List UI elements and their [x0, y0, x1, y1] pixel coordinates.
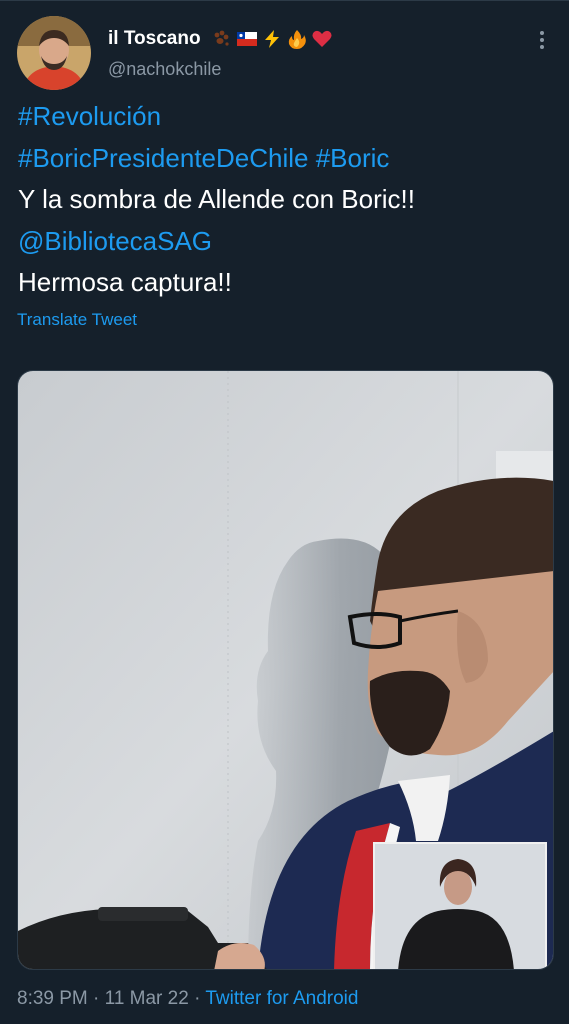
- avatar[interactable]: [17, 16, 91, 90]
- hashtag-boric[interactable]: #Boric: [316, 143, 390, 173]
- heart-icon: [312, 30, 332, 47]
- display-name[interactable]: il Toscano: [108, 28, 201, 50]
- tweet-date: 11 Mar 22: [104, 988, 189, 1009]
- mention-biblioteca-sag[interactable]: @BibliotecaSAG: [18, 221, 558, 263]
- translate-tweet-link[interactable]: Translate Tweet: [17, 310, 137, 330]
- fire-icon: [288, 30, 306, 49]
- tweet-source-link[interactable]: Twitter for Android: [205, 988, 358, 1009]
- hashtag-revolucion[interactable]: #Revolución: [18, 96, 558, 138]
- tweet-text-line: Y la sombra de Allende con Boric!!: [18, 184, 415, 214]
- user-handle[interactable]: @nachokchile: [108, 59, 333, 80]
- hashtag-boric-presidente[interactable]: #BoricPresidenteDeChile: [18, 143, 308, 173]
- more-options-button[interactable]: [530, 26, 554, 54]
- meta-separator: ·: [194, 988, 201, 1009]
- tweet-media-image[interactable]: [17, 370, 554, 970]
- tweet-text: #Revolución #BoricPresidenteDeChile #Bor…: [18, 96, 558, 304]
- hashtag-line: #BoricPresidenteDeChile #Boric: [18, 138, 558, 180]
- tweet-text-line: Hermosa captura!!: [18, 267, 232, 297]
- top-divider: [0, 0, 569, 1]
- author-block: il Toscano @nachokchile: [108, 26, 333, 80]
- chile-flag-icon: [236, 32, 257, 46]
- more-dot-icon: [540, 31, 544, 35]
- lightning-icon: [264, 30, 279, 48]
- paw-prints-icon: [214, 30, 229, 46]
- more-dot-icon: [540, 45, 544, 49]
- tweet-meta: 8:39 PM · 11 Mar 22 · Twitter for Androi…: [17, 988, 358, 1010]
- name-row: il Toscano: [108, 26, 333, 52]
- meta-separator: ·: [93, 988, 100, 1009]
- hashtag-spacer: [308, 143, 315, 173]
- more-dot-icon: [540, 38, 544, 42]
- name-emojis: [211, 29, 333, 49]
- tweet-time: 8:39 PM: [17, 988, 88, 1009]
